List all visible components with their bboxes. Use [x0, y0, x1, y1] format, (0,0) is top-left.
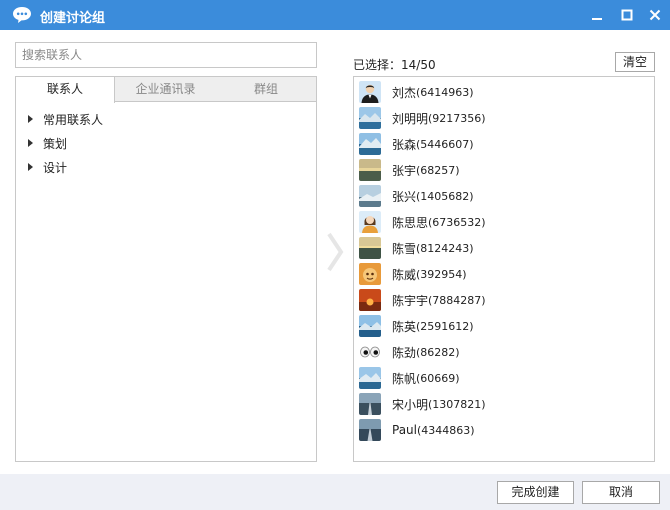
contact-name: 陈威: [392, 267, 417, 282]
contact-id: (6414963): [416, 85, 474, 99]
contact-name: 陈宇宇: [392, 293, 429, 308]
selected-panel: 刘杰 (6414963) 刘明明 (9217356) 张森 (5446607): [353, 76, 655, 462]
list-item[interactable]: 张森 (5446607): [354, 131, 654, 157]
contact-id: (8124243): [416, 241, 474, 255]
contact-name: 陈雪: [392, 241, 417, 256]
cartoon-icon: [359, 263, 381, 285]
road-icon: [359, 393, 381, 415]
person-female-icon: [359, 211, 381, 233]
title-bar: 创建讨论组: [0, 0, 670, 30]
close-icon: [649, 9, 661, 21]
list-item[interactable]: 陈英 (2591612): [354, 313, 654, 339]
contact-tree: 常用联系人 策划 设计: [16, 107, 316, 179]
tab-groups[interactable]: 群组: [216, 77, 316, 102]
tree-item-frequent-contacts[interactable]: 常用联系人: [16, 107, 316, 131]
tab-enterprise-directory[interactable]: 企业通讯录: [115, 77, 216, 102]
maximize-icon: [621, 9, 633, 21]
contact-id: (68257): [416, 163, 460, 177]
tab-bar: 联系人 企业通讯录 群组: [16, 77, 316, 103]
contact-id: (7884287): [428, 293, 486, 307]
expand-arrow-icon[interactable]: [28, 139, 33, 147]
contact-id: (392954): [416, 267, 467, 281]
contact-name: 陈思思: [392, 215, 429, 230]
dialog-footer: 完成创建 取消: [0, 474, 670, 510]
road-icon: [359, 419, 381, 441]
contact-id: (86282): [416, 345, 460, 359]
cancel-button[interactable]: 取消: [582, 481, 660, 504]
list-item[interactable]: 张兴 (1405682): [354, 183, 654, 209]
chevron-right-icon: [327, 232, 344, 272]
tree-item-label: 策划: [43, 136, 68, 151]
selected-list: 刘杰 (6414963) 刘明明 (9217356) 张森 (5446607): [354, 79, 654, 443]
contact-name: 宋小明: [392, 397, 429, 412]
expand-arrow-icon[interactable]: [28, 115, 33, 123]
contact-id: (4344863): [417, 423, 475, 437]
close-button[interactable]: [640, 0, 670, 30]
tree-item-design[interactable]: 设计: [16, 155, 316, 179]
list-item[interactable]: 刘杰 (6414963): [354, 79, 654, 105]
list-item[interactable]: 陈威 (392954): [354, 261, 654, 287]
tree-item-label: 常用联系人: [43, 112, 104, 127]
list-item[interactable]: 陈宇宇 (7884287): [354, 287, 654, 313]
dialog-body: 联系人 企业通讯录 群组 常用联系人 策划 设计 已选择：14/50 清空: [0, 30, 670, 474]
contact-name: Paul: [392, 423, 417, 437]
red-sunset-icon: [359, 289, 381, 311]
list-item[interactable]: 陈劲 (86282): [354, 339, 654, 365]
contact-name: 张兴: [392, 189, 417, 204]
contact-name: 张森: [392, 137, 417, 152]
maximize-button[interactable]: [612, 0, 642, 30]
landscape-icon: [359, 185, 381, 207]
list-item[interactable]: 陈思思 (6736532): [354, 209, 654, 235]
list-item[interactable]: 刘明明 (9217356): [354, 105, 654, 131]
contact-name: 刘明明: [392, 111, 429, 126]
minimize-button[interactable]: [582, 0, 612, 30]
contacts-panel: 联系人 企业通讯录 群组 常用联系人 策划 设计: [15, 76, 317, 462]
contact-id: (1405682): [416, 189, 474, 203]
contact-name: 陈英: [392, 319, 417, 334]
list-item[interactable]: Paul (4344863): [354, 417, 654, 443]
landscape-icon: [359, 107, 381, 129]
sunset-icon: [359, 237, 381, 259]
eyes-icon: [359, 341, 381, 363]
selected-count: 已选择：14/50: [353, 58, 436, 72]
landscape-icon: [359, 367, 381, 389]
contact-id: (1307821): [428, 397, 486, 411]
contact-name: 陈帆: [392, 371, 417, 386]
contact-name: 陈劲: [392, 345, 417, 360]
list-item[interactable]: 宋小明 (1307821): [354, 391, 654, 417]
clear-button[interactable]: 清空: [615, 52, 655, 72]
contact-id: (5446607): [416, 137, 474, 151]
expand-arrow-icon[interactable]: [28, 163, 33, 171]
search-input[interactable]: [15, 42, 317, 68]
list-item[interactable]: 陈雪 (8124243): [354, 235, 654, 261]
tree-item-planning[interactable]: 策划: [16, 131, 316, 155]
sunset-icon: [359, 159, 381, 181]
contact-id: (6736532): [428, 215, 486, 229]
minimize-icon: [592, 18, 602, 20]
contact-id: (60669): [416, 371, 460, 385]
tree-item-label: 设计: [43, 160, 68, 175]
list-item[interactable]: 陈帆 (60669): [354, 365, 654, 391]
contact-name: 刘杰: [392, 85, 417, 100]
contact-id: (9217356): [428, 111, 486, 125]
person-male-icon: [359, 81, 381, 103]
landscape-icon: [359, 133, 381, 155]
list-item[interactable]: 张宇 (68257): [354, 157, 654, 183]
contact-name: 张宇: [392, 163, 417, 178]
tab-contacts[interactable]: 联系人: [16, 77, 115, 103]
window-title: 创建讨论组: [40, 11, 106, 26]
landscape-icon: [359, 315, 381, 337]
create-button[interactable]: 完成创建: [497, 481, 574, 504]
chat-bubble-icon: [13, 7, 31, 23]
contact-id: (2591612): [416, 319, 474, 333]
